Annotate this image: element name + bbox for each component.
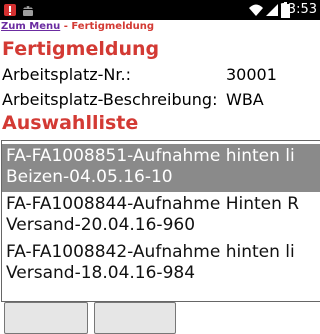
field-label: Arbeitsplatz-Beschreibung: <box>2 90 218 109</box>
action-button-2[interactable] <box>94 302 176 334</box>
breadcrumb-current: Fertigmeldung <box>71 21 155 32</box>
menu-link[interactable]: Zum Menu <box>1 21 60 32</box>
wifi-icon <box>249 4 263 16</box>
android-icon <box>23 6 33 16</box>
list-item[interactable]: FA-FA1008842-Aufnahme hinten li Versand-… <box>2 240 320 288</box>
field-row-workplace-description: Arbeitsplatz-Beschreibung: WBA <box>2 90 320 110</box>
status-bar: 13:53 <box>0 0 320 20</box>
page-title: Fertigmeldung <box>2 38 160 60</box>
clock: 13:53 <box>279 2 317 17</box>
action-button-1[interactable] <box>4 302 88 334</box>
field-row-workplace-number: Arbeitsplatz-Nr.: 30001 <box>2 65 320 85</box>
list-item[interactable]: FA-FA1008851-Aufnahme hinten li Beizen-0… <box>2 144 320 192</box>
field-value: 30001 <box>226 65 277 84</box>
list-title: Auswahlliste <box>2 112 139 134</box>
field-value: WBA <box>226 90 264 109</box>
breadcrumb-separator: - <box>60 21 72 32</box>
list-item[interactable]: FA-FA1008844-Aufnahme Hinten R Versand-2… <box>2 192 320 240</box>
breadcrumb: Zum Menu - Fertigmeldung <box>1 20 154 34</box>
signal-icon <box>266 4 278 16</box>
field-label: Arbeitsplatz-Nr.: <box>2 65 131 84</box>
alert-icon <box>4 4 16 16</box>
selection-list[interactable]: FA-FA1008851-Aufnahme hinten li Beizen-0… <box>1 140 320 302</box>
